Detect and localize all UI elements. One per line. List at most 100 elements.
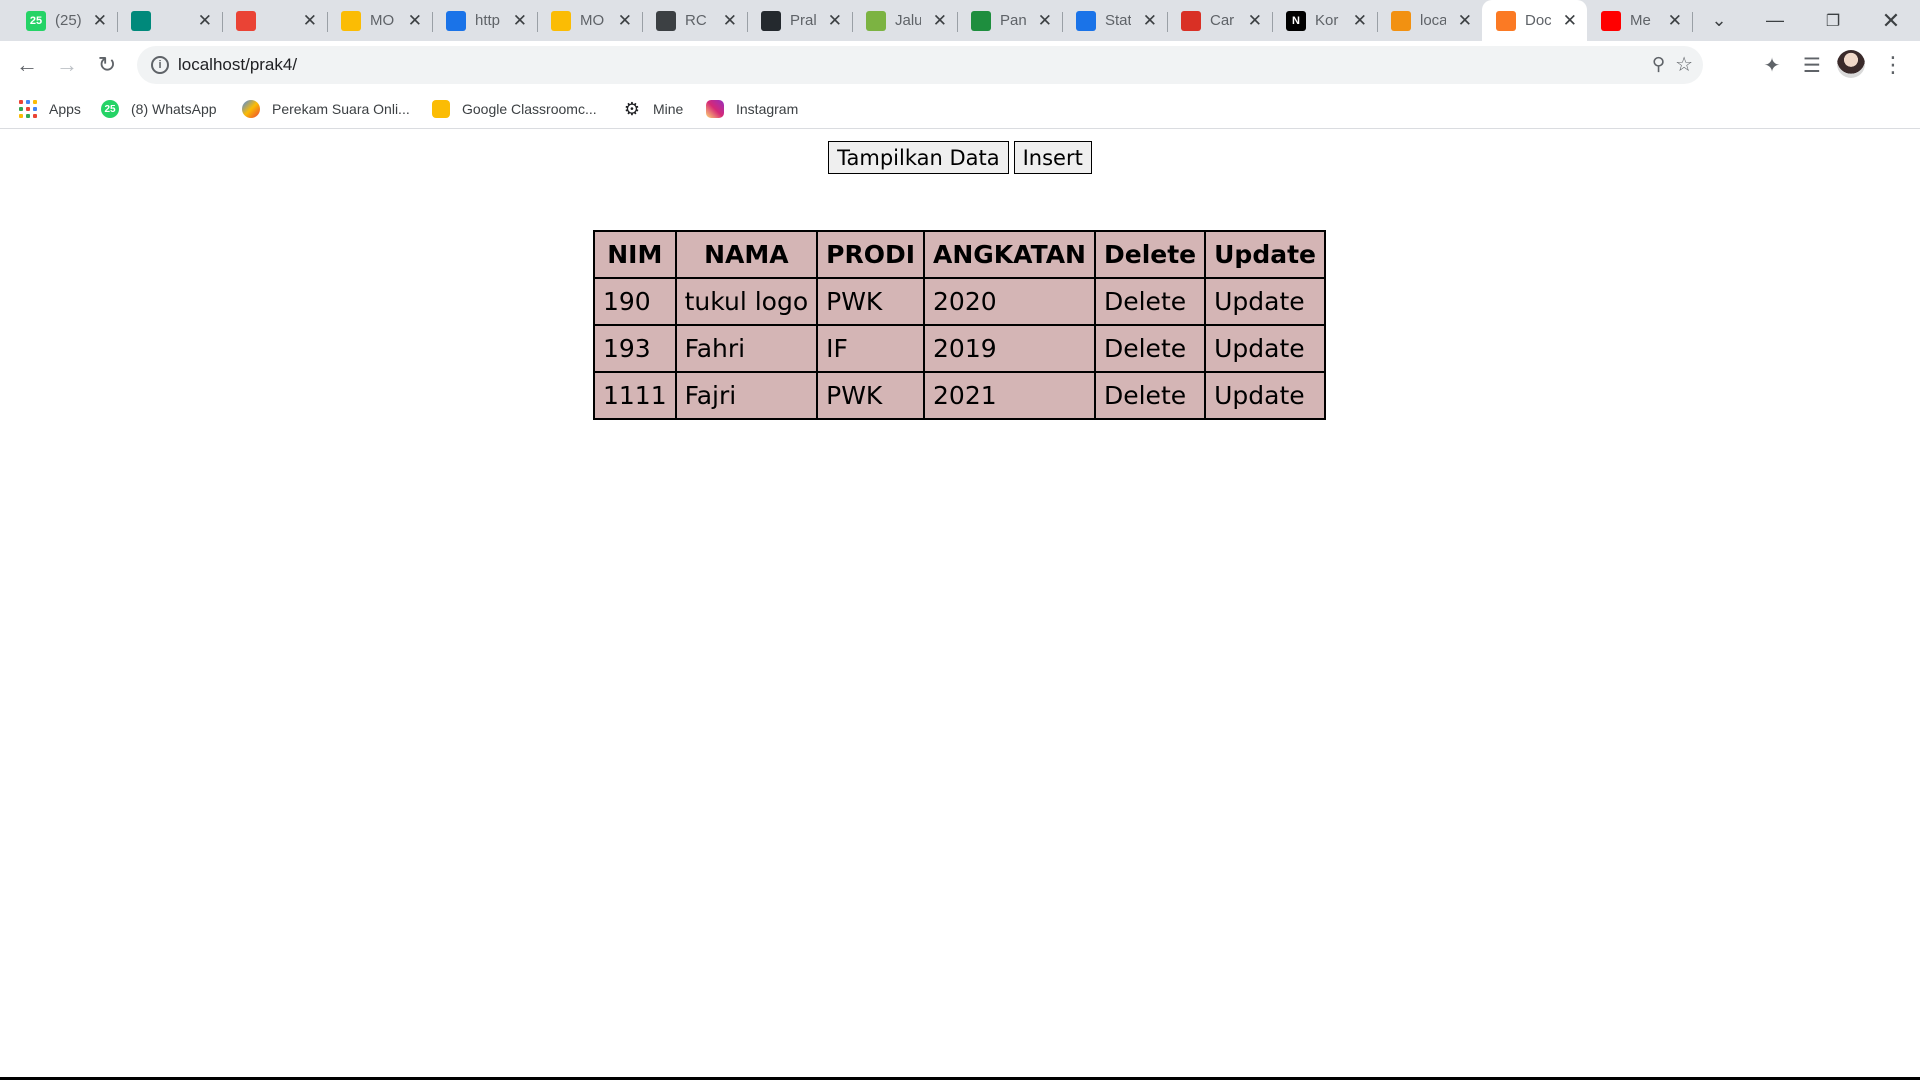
cell-nim: 190 xyxy=(593,277,677,326)
browser-tab[interactable]: MO ✕ xyxy=(537,0,643,41)
close-tab-icon[interactable]: ✕ xyxy=(303,12,317,29)
cell-prodi: PWK xyxy=(816,371,926,420)
zoom-icon[interactable]: ⚲ xyxy=(1652,54,1665,75)
tab-strip: + ⌄ — ❐ ✕ 25(25)✕✕✕MO✕http✕MO✕RC✕Pral✕Ja… xyxy=(0,0,1920,41)
browser-tab[interactable]: Pral ✕ xyxy=(747,0,853,41)
browser-tab[interactable]: ✕ xyxy=(117,0,223,41)
cell-angkatan: 2019 xyxy=(923,324,1096,373)
whatsapp-icon: 25 xyxy=(101,100,119,118)
tab-title: Pral xyxy=(790,12,816,29)
column-header-delete: Delete xyxy=(1093,230,1207,279)
info-icon[interactable]: i xyxy=(151,56,169,74)
reload-button[interactable]: ↻ xyxy=(91,49,123,81)
address-url[interactable]: localhost/prak4/ xyxy=(178,55,297,75)
browser-tab[interactable]: Doc ✕ xyxy=(1482,0,1587,41)
reload-icon: ↻ xyxy=(97,52,117,77)
browser-tab[interactable]: Jalu ✕ xyxy=(852,0,958,41)
browser-tab[interactable]: MO ✕ xyxy=(327,0,433,41)
tab-title: Me xyxy=(1630,12,1651,29)
column-header-nama: NAMA xyxy=(674,230,819,279)
record-icon xyxy=(236,10,256,31)
browser-tab[interactable]: Car ✕ xyxy=(1167,0,1273,41)
tab-title: Pan xyxy=(1000,12,1026,29)
notion-icon: N xyxy=(1286,10,1306,31)
close-tab-icon[interactable]: ✕ xyxy=(93,12,107,29)
delete-link[interactable]: Delete xyxy=(1093,277,1207,326)
cell-prodi: IF xyxy=(816,324,926,373)
browser-tab[interactable]: N Kor ✕ xyxy=(1272,0,1378,41)
close-tab-icon[interactable]: ✕ xyxy=(1353,12,1367,29)
browser-tab[interactable]: Pan ✕ xyxy=(957,0,1063,41)
bookmark-classroom[interactable]: Google Classroomc... xyxy=(432,89,597,129)
column-header-nim: NIM xyxy=(593,230,677,279)
bookmark-instagram[interactable]: Instagram xyxy=(706,89,798,129)
address-bar[interactable]: i localhost/prak4/ ⚲ ☆ xyxy=(137,46,1703,84)
menu-kebab-icon[interactable]: ⋮ xyxy=(1878,50,1908,80)
extensions-icon[interactable]: ✦ xyxy=(1757,50,1787,80)
whatsapp-icon: 25 xyxy=(26,10,46,31)
insert-button[interactable]: Insert xyxy=(1013,141,1092,174)
signal-icon xyxy=(971,10,991,31)
update-link[interactable]: Update xyxy=(1204,277,1326,326)
drive-icon xyxy=(551,10,571,31)
browser-tab[interactable]: loca ✕ xyxy=(1377,0,1482,41)
close-tab-icon[interactable]: ✕ xyxy=(513,12,527,29)
media-control-icon[interactable]: ☰ xyxy=(1797,50,1827,80)
close-window-button[interactable]: ✕ xyxy=(1864,0,1918,41)
tab-search-button[interactable]: ⌄ xyxy=(1692,0,1746,41)
browser-tab[interactable]: Stat ✕ xyxy=(1062,0,1168,41)
browser-toolbar: ← → ↻ i localhost/prak4/ ⚲ ☆ ✦ ☰ ⋮ xyxy=(0,41,1920,89)
cell-nim: 193 xyxy=(593,324,677,373)
delete-link[interactable]: Delete xyxy=(1093,324,1207,373)
meet-icon xyxy=(131,10,151,31)
close-tab-icon[interactable]: ✕ xyxy=(198,12,212,29)
delete-link[interactable]: Delete xyxy=(1093,371,1207,420)
bookmark-label: Perekam Suara Onli... xyxy=(272,101,410,117)
bookmark-label: Apps xyxy=(49,101,81,117)
tab-title: Car xyxy=(1210,12,1235,29)
cell-nim: 1111 xyxy=(593,371,677,420)
close-tab-icon[interactable]: ✕ xyxy=(618,12,632,29)
bookmark-apps[interactable]: Apps xyxy=(19,89,81,129)
gear-icon: ⚙ xyxy=(623,98,641,119)
contact-icon xyxy=(656,10,676,31)
minimize-button[interactable]: — xyxy=(1748,0,1802,41)
update-link[interactable]: Update xyxy=(1204,371,1326,420)
browser-tab[interactable]: http ✕ xyxy=(432,0,538,41)
browser-tab[interactable]: 25 (25) ✕ xyxy=(12,0,118,41)
close-tab-icon[interactable]: ✕ xyxy=(1038,12,1052,29)
profile-avatar[interactable] xyxy=(1837,50,1865,78)
bookmark-star-icon[interactable]: ☆ xyxy=(1675,52,1693,77)
browser-tab[interactable]: Me ✕ xyxy=(1587,0,1693,41)
bookmark-mine[interactable]: ⚙ Mine xyxy=(623,89,683,129)
page-viewport: Tampilkan Data Insert NIM NAMA PRODI ANG… xyxy=(0,130,1920,1075)
close-tab-icon[interactable]: ✕ xyxy=(1668,12,1682,29)
close-tab-icon[interactable]: ✕ xyxy=(408,12,422,29)
browser-tab[interactable]: ✕ xyxy=(222,0,328,41)
youtube-icon xyxy=(1601,10,1621,31)
back-button[interactable]: ← xyxy=(11,49,43,81)
close-tab-icon[interactable]: ✕ xyxy=(1458,12,1472,29)
table-row: 1111 Fajri PWK 2021 Delete Update xyxy=(593,371,1326,420)
github-icon xyxy=(761,10,781,31)
close-tab-icon[interactable]: ✕ xyxy=(1563,12,1577,29)
restore-button[interactable]: ❐ xyxy=(1806,0,1860,41)
pma-icon xyxy=(1391,10,1411,31)
update-link[interactable]: Update xyxy=(1204,324,1326,373)
close-tab-icon[interactable]: ✕ xyxy=(723,12,737,29)
show-data-button[interactable]: Tampilkan Data xyxy=(828,141,1009,174)
bookmark-whatsapp[interactable]: 25 (8) WhatsApp xyxy=(101,89,217,129)
student-table: NIM NAMA PRODI ANGKATAN Delete Update 19… xyxy=(593,230,1326,420)
tab-title: (25) xyxy=(55,12,81,29)
forward-button[interactable]: → xyxy=(51,49,83,81)
cell-angkatan: 2020 xyxy=(923,277,1096,326)
tab-title: MO xyxy=(580,12,605,29)
close-tab-icon[interactable]: ✕ xyxy=(933,12,947,29)
bookmark-recorder[interactable]: Perekam Suara Onli... xyxy=(242,89,410,129)
close-tab-icon[interactable]: ✕ xyxy=(1248,12,1262,29)
browser-tab[interactable]: RC ✕ xyxy=(642,0,748,41)
close-tab-icon[interactable]: ✕ xyxy=(828,12,842,29)
tab-title: RC xyxy=(685,12,707,29)
xampp-icon xyxy=(1496,10,1516,31)
close-tab-icon[interactable]: ✕ xyxy=(1143,12,1157,29)
